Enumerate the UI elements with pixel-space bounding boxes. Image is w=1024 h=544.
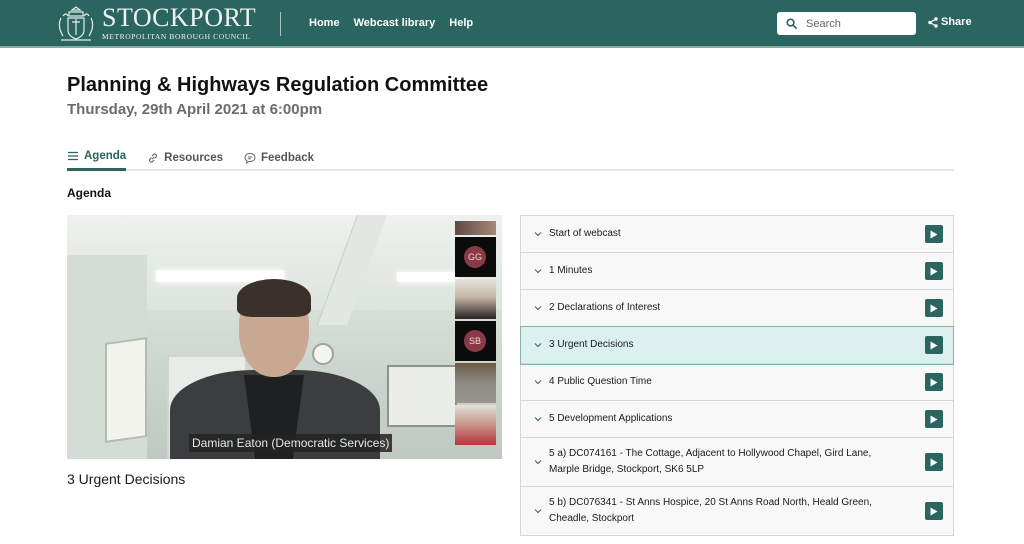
participant-thumbnail[interactable]: [455, 279, 496, 319]
participant-avatar: SB: [464, 330, 486, 352]
video-player[interactable]: Damian Eaton (Democratic Services) GG SB: [67, 215, 502, 459]
agenda-item-label: 3 Urgent Decisions: [549, 339, 634, 350]
video-clock: [312, 343, 334, 365]
link-icon: [149, 152, 158, 163]
play-icon: [930, 378, 938, 386]
video-wall-map: [387, 365, 457, 427]
chevron-down-icon[interactable]: [534, 508, 542, 514]
participant-thumbnail[interactable]: GG: [455, 237, 496, 277]
tab-label: Resources: [164, 151, 223, 164]
current-agenda-item-caption: 3 Urgent Decisions: [67, 471, 186, 487]
chevron-down-icon[interactable]: [534, 342, 542, 348]
agenda-item-label: 2 Declarations of Interest: [549, 302, 661, 313]
header-divider: [280, 12, 281, 36]
agenda-item-label: 1 Minutes: [549, 265, 593, 276]
play-button[interactable]: [925, 225, 943, 243]
council-crest-logo[interactable]: [55, 4, 97, 44]
video-whiteboard: [105, 337, 147, 443]
play-button[interactable]: [925, 502, 943, 520]
tab-feedback[interactable]: Feedback: [244, 146, 314, 169]
share-icon: [928, 16, 938, 28]
agenda-item-active[interactable]: 3 Urgent Decisions: [520, 326, 954, 365]
participant-thumbnail[interactable]: [455, 221, 496, 235]
agenda-item[interactable]: 5 b) DC076341 - St Anns Hospice, 20 St A…: [521, 487, 953, 536]
meeting-datetime: Thursday, 29th April 2021 at 6:00pm: [67, 101, 323, 118]
search-input[interactable]: [806, 17, 906, 30]
agenda-item-label: Start of webcast: [549, 228, 621, 239]
chevron-down-icon[interactable]: [534, 379, 542, 385]
chevron-down-icon[interactable]: [534, 416, 542, 422]
agenda-item[interactable]: 4 Public Question Time: [521, 364, 953, 401]
agenda-item[interactable]: 1 Minutes: [521, 253, 953, 290]
search-icon: [786, 18, 797, 29]
nav-webcast-library[interactable]: Webcast library: [354, 17, 436, 29]
participant-thumbnails: GG SB: [455, 221, 496, 447]
agenda-item-label: 5 b) DC076341 - St Anns Hospice, 20 St A…: [549, 497, 872, 524]
agenda-item[interactable]: Start of webcast: [521, 216, 953, 253]
nav-help[interactable]: Help: [449, 17, 473, 29]
chevron-down-icon[interactable]: [534, 459, 542, 465]
agenda-item-label: 5 Development Applications: [549, 413, 673, 424]
participant-avatar: GG: [464, 246, 486, 268]
play-icon: [930, 458, 938, 466]
brand-name: STOCKPORT: [102, 3, 257, 32]
main-nav: Home Webcast library Help: [309, 17, 473, 29]
chevron-down-icon[interactable]: [534, 268, 542, 274]
play-button[interactable]: [925, 299, 943, 317]
video-light: [397, 272, 457, 282]
share-button[interactable]: Share: [928, 16, 972, 28]
play-icon: [930, 304, 938, 312]
video-frame: [67, 215, 502, 459]
play-button[interactable]: [925, 262, 943, 280]
agenda-list: Start of webcast 1 Minutes 2 Declaration…: [520, 215, 954, 536]
tab-label: Agenda: [84, 150, 127, 162]
play-button[interactable]: [925, 336, 943, 354]
section-heading: Agenda: [67, 186, 112, 200]
chevron-down-icon[interactable]: [534, 305, 542, 311]
participant-thumbnail[interactable]: [455, 363, 496, 403]
play-icon: [930, 507, 938, 515]
participant-thumbnail[interactable]: [455, 405, 496, 445]
search-box[interactable]: [777, 12, 916, 35]
list-icon: [68, 151, 78, 161]
tab-agenda[interactable]: Agenda: [67, 146, 127, 171]
play-button[interactable]: [925, 453, 943, 471]
play-button[interactable]: [925, 373, 943, 391]
share-label: Share: [941, 16, 972, 28]
agenda-item-label: 4 Public Question Time: [549, 376, 652, 387]
brand-wordmark[interactable]: STOCKPORT METROPOLITAN BOROUGH COUNCIL: [102, 3, 257, 42]
nav-home[interactable]: Home: [309, 17, 340, 29]
page-title: Planning & Highways Regulation Committee: [67, 74, 489, 96]
tab-bar: Agenda Resources Feedback: [67, 146, 954, 171]
tab-label: Feedback: [260, 151, 315, 164]
play-icon: [930, 341, 938, 349]
play-icon: [930, 415, 938, 423]
chevron-down-icon[interactable]: [534, 231, 542, 237]
comment-icon: [244, 152, 256, 164]
speaker-name-label: Damian Eaton (Democratic Services): [189, 434, 393, 452]
play-icon: [930, 267, 938, 275]
agenda-item[interactable]: 5 a) DC074161 - The Cottage, Adjacent to…: [521, 438, 953, 487]
participant-thumbnail[interactable]: SB: [455, 321, 496, 361]
play-button[interactable]: [925, 410, 943, 428]
top-navigation-bar: STOCKPORT METROPOLITAN BOROUGH COUNCIL H…: [0, 0, 1024, 48]
agenda-item[interactable]: 2 Declarations of Interest: [521, 290, 953, 327]
agenda-item-label: 5 a) DC074161 - The Cottage, Adjacent to…: [549, 448, 872, 475]
speaker-hair: [237, 279, 311, 317]
agenda-item[interactable]: 5 Development Applications: [521, 401, 953, 438]
brand-subtitle: METROPOLITAN BOROUGH COUNCIL: [102, 32, 251, 41]
play-icon: [930, 230, 938, 238]
tab-resources[interactable]: Resources: [147, 146, 223, 169]
